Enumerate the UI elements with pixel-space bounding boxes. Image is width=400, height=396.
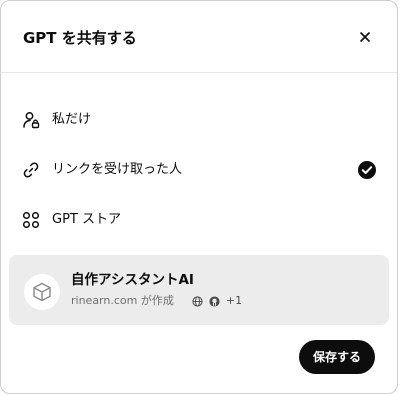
option-label: GPT ストア [52,212,121,227]
link-icon [21,160,41,180]
globe-icon [192,295,203,307]
gpt-card: 自作アシスタントAI rinearn.com が作成 +1 [9,255,389,325]
gpt-creator: rinearn.com が作成 [71,294,174,307]
gpt-meta: rinearn.com が作成 +1 [71,294,242,308]
extra-count: +1 [225,294,243,307]
github-icon [209,295,220,307]
gpt-name: 自作アシスタントAI [71,272,194,288]
gpt-avatar [24,274,60,310]
option-label: 私だけ [52,112,92,127]
option-anyone-with-link[interactable]: リンクを受け取った人 [21,156,377,184]
check-circle-icon [357,160,377,180]
close-button[interactable] [357,29,373,45]
option-gpt-store[interactable]: GPT ストア [21,206,377,234]
option-only-me[interactable]: 私だけ [21,106,377,134]
cube-icon [33,282,51,302]
grid-icon [21,210,41,230]
dialog-title: GPT を共有する [23,29,137,47]
share-gpt-dialog: GPT を共有する 私だけ リンクを受け取った人 GPT ストア 自作アシスタン… [0,0,398,394]
save-button[interactable]: 保存する [298,340,375,374]
option-label: リンクを受け取った人 [52,162,183,177]
close-icon [360,32,370,42]
dialog-header: GPT を共有する [1,1,397,73]
user-lock-icon [21,110,41,130]
